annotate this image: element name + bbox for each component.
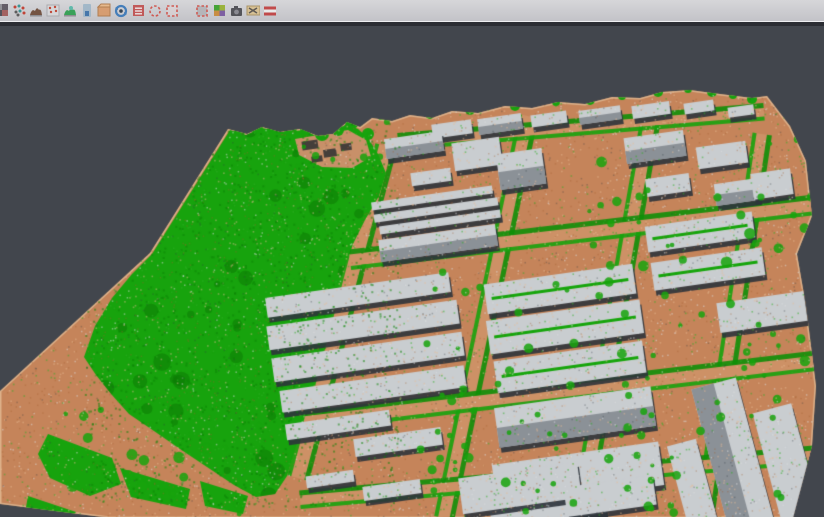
3d-model-canvas[interactable] [0, 26, 824, 517]
point-classes-icon[interactable] [210, 2, 227, 19]
camera-icon[interactable] [227, 2, 244, 19]
navigation-orbit-icon[interactable] [112, 2, 129, 19]
application-window: { "toolbar": { "icons": [ {"name":"edge-… [0, 0, 824, 517]
textured-model-icon[interactable] [61, 2, 78, 19]
crop-selection-icon[interactable] [193, 2, 210, 19]
model-viewport [0, 26, 824, 517]
bounding-box-icon[interactable] [95, 2, 112, 19]
measure-tool-icon[interactable] [244, 2, 261, 19]
mesh-list-icon[interactable] [129, 2, 146, 19]
markers-icon[interactable] [44, 2, 61, 19]
dense-cloud-icon[interactable] [78, 2, 95, 19]
rectangle-selection-icon[interactable] [163, 2, 180, 19]
edge-tool-icon[interactable] [0, 2, 10, 19]
circle-selection-icon[interactable] [146, 2, 163, 19]
toolbar [0, 0, 824, 22]
terrain-model-icon[interactable] [27, 2, 44, 19]
tie-points-icon[interactable] [10, 2, 27, 19]
flag-tool-icon[interactable] [261, 2, 278, 19]
